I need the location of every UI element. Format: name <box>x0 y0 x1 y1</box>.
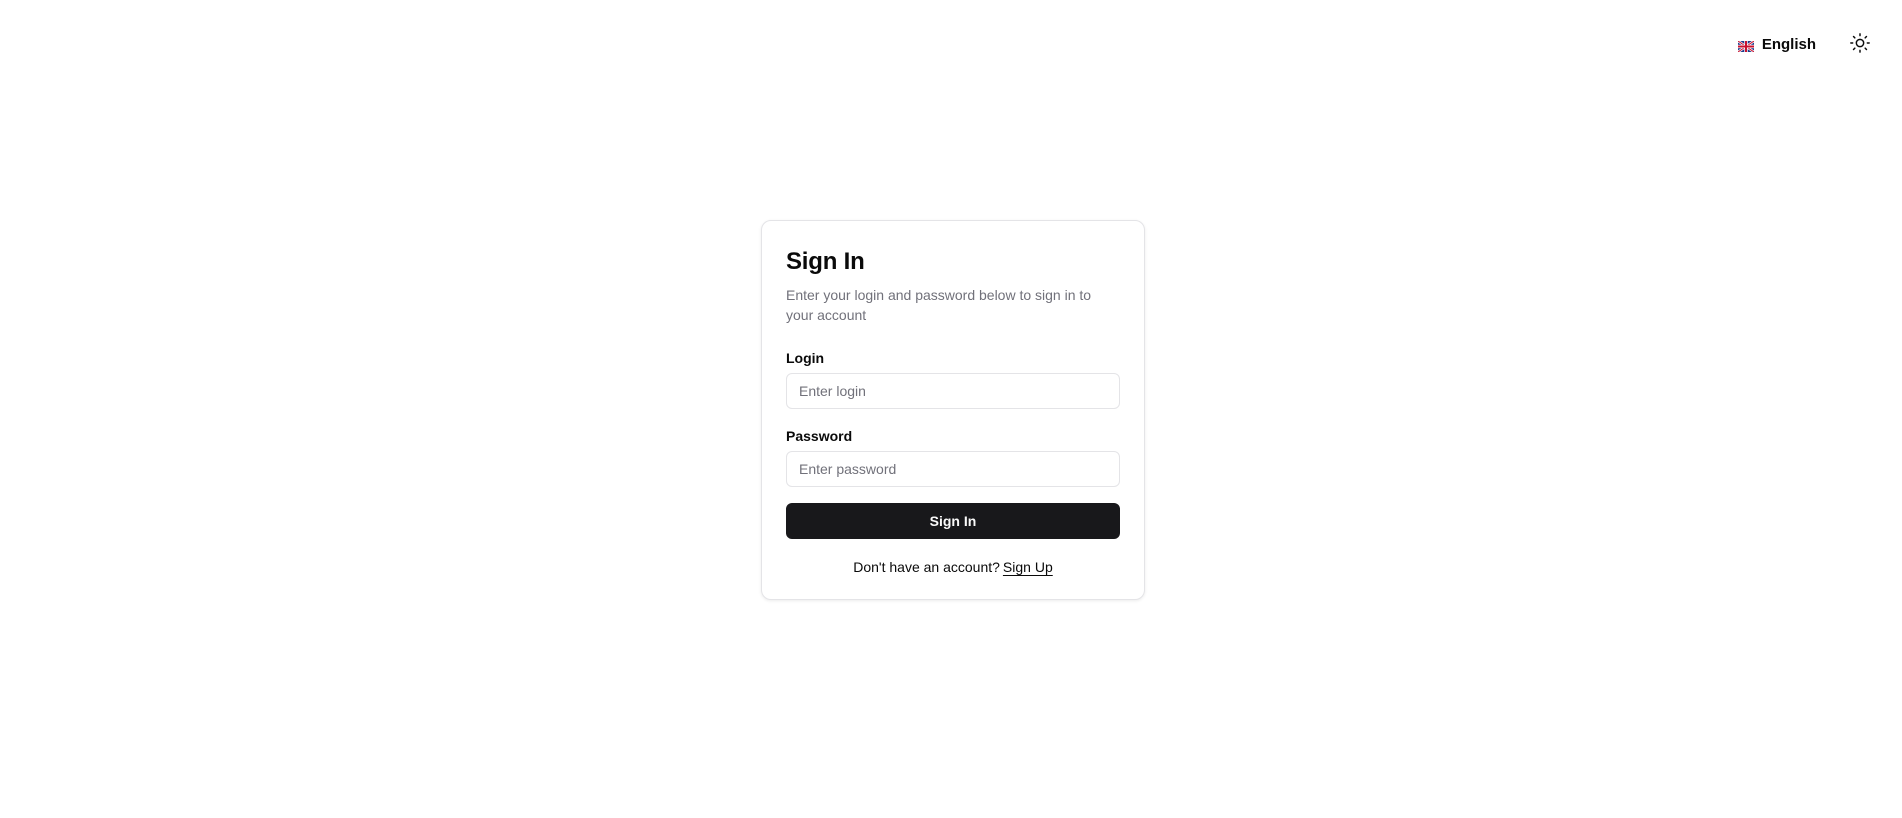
theme-toggle-button[interactable] <box>1846 30 1874 58</box>
language-label: English <box>1761 35 1816 53</box>
password-field-group: Password <box>786 427 1120 487</box>
page-title: Sign In <box>786 248 865 275</box>
login-label: Login <box>786 350 825 366</box>
sign-up-link[interactable]: Sign Up <box>1003 559 1053 575</box>
login-field-group: Login <box>786 349 1120 409</box>
uk-flag-icon <box>1737 39 1755 53</box>
sun-icon <box>1849 32 1871 57</box>
password-input[interactable] <box>786 451 1120 487</box>
top-bar: English <box>1730 30 1874 58</box>
signup-prompt: Don't have an account? Sign Up <box>786 557 1120 577</box>
login-input[interactable] <box>786 373 1120 409</box>
signin-page: English Sign In Enter your login and pas… <box>0 0 1902 818</box>
signup-prompt-text: Don't have an account? <box>853 559 1000 575</box>
signin-card: Sign In Enter your login and password be… <box>761 220 1145 600</box>
language-switcher[interactable]: English <box>1730 32 1824 57</box>
sign-in-button[interactable]: Sign In <box>786 503 1120 539</box>
password-label: Password <box>786 428 853 444</box>
page-subtitle: Enter your login and password below to s… <box>786 287 1092 323</box>
